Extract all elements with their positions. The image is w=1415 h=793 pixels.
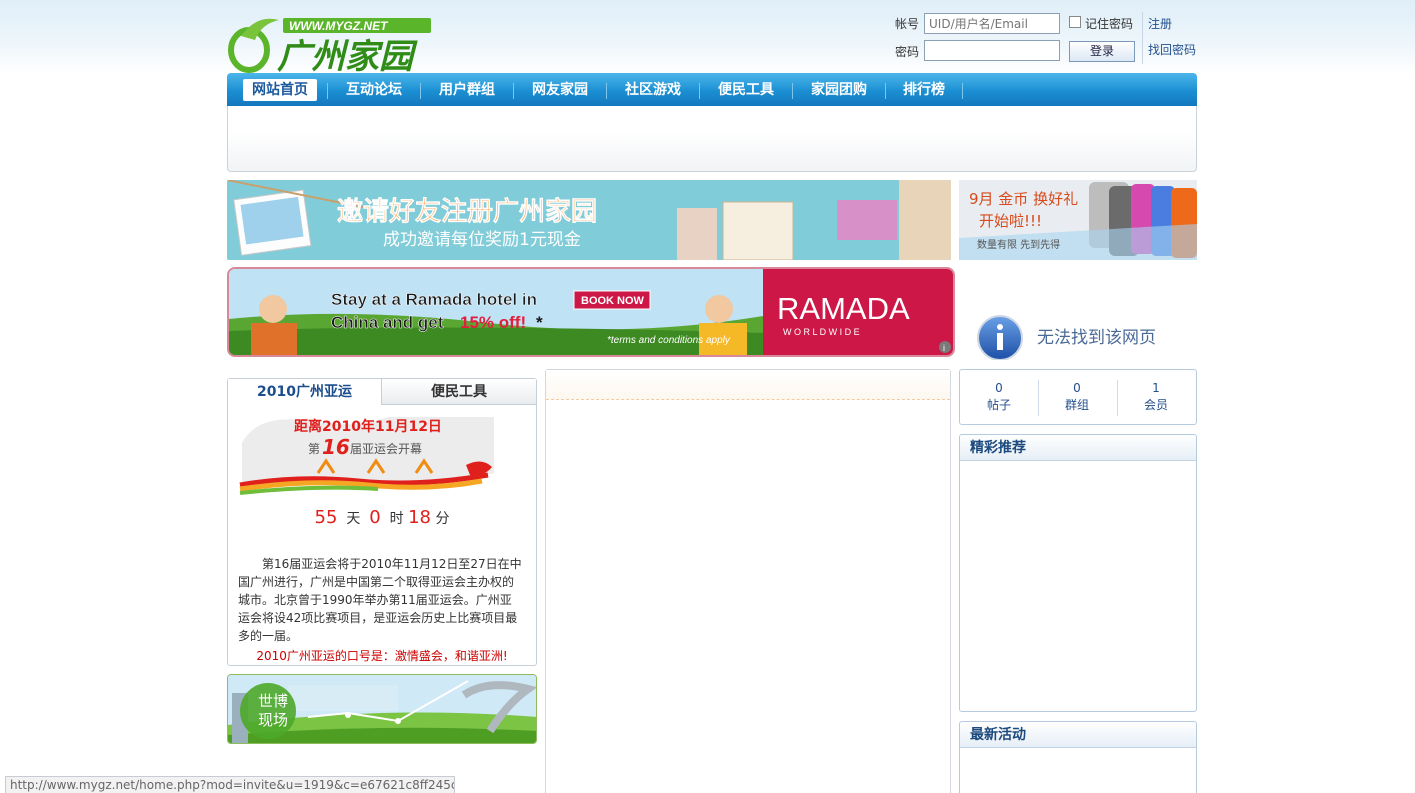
invite-subtitle: 成功邀请每位奖励1元现金: [383, 230, 581, 250]
login-button[interactable]: 登录: [1069, 41, 1135, 62]
logo-graphic: WWW.MYGZ.NET 广州家园: [228, 18, 431, 77]
stat-members-value: 1: [1152, 381, 1160, 395]
main-content-panel: [545, 369, 951, 793]
countdown-days-label: 天: [346, 511, 361, 527]
nav-item-tools[interactable]: 便民工具: [709, 79, 783, 101]
nav-divider: [606, 83, 607, 99]
nav-divider: [792, 83, 793, 99]
stat-groups-label: 群组: [1064, 398, 1089, 412]
countdown-minutes: 18: [408, 507, 431, 528]
gold-title-line2: 开始啦!!!: [979, 212, 1042, 230]
main-nav: 网站首页 互动论坛 用户群组 网友家园 社区游戏 便民工具 家园团购 排行榜: [227, 73, 1197, 106]
gold-subtitle: 数量有限 先到先得: [977, 238, 1060, 251]
password-input[interactable]: [924, 40, 1060, 61]
countdown-days: 55: [314, 507, 338, 528]
remember-checkbox[interactable]: [1069, 16, 1081, 28]
logo-text: 广州家园: [277, 37, 418, 74]
tab-asian-games[interactable]: 2010广州亚运: [228, 379, 382, 405]
nav-divider: [962, 83, 963, 99]
countdown-minutes-label: 分: [435, 511, 450, 527]
gold-title-line1: 9月 金币 换好礼: [969, 190, 1078, 208]
page-not-found-notice: 无法找到该网页: [975, 312, 1195, 361]
countdown-timer: 55 天 0 时 18 分: [228, 507, 536, 528]
browser-status-bar: http://www.mygz.net/home.php?mod=invite&…: [5, 776, 455, 793]
password-label: 密码: [895, 45, 920, 59]
stat-groups-value: 0: [1073, 381, 1081, 395]
nav-item-games[interactable]: 社区游戏: [616, 79, 690, 101]
main-content-header: [546, 370, 950, 400]
invite-banner[interactable]: 邀请好友注册广州家园 成功邀请每位奖励1元现金: [227, 180, 951, 260]
page-not-found-text: 无法找到该网页: [1037, 328, 1156, 348]
nav-item-home-space[interactable]: 网友家园: [523, 79, 597, 101]
stat-members[interactable]: 1 会员: [1117, 380, 1195, 414]
login-form: 帐号 记住密码 注册 密码 登录 找回密码: [895, 12, 1197, 66]
nav-item-groups[interactable]: 用户群组: [430, 79, 504, 101]
expo-banner[interactable]: 世博 现场: [227, 674, 537, 744]
account-label: 帐号: [895, 17, 920, 31]
asian-games-tabs: 2010广州亚运 便民工具: [228, 379, 536, 405]
forgot-password-link[interactable]: 找回密码: [1148, 41, 1196, 58]
ramada-brand: RAMADA: [777, 291, 910, 326]
stat-members-label: 会员: [1143, 398, 1168, 412]
login-divider: [1142, 12, 1143, 64]
recommend-box: 精彩推荐: [959, 434, 1197, 712]
stat-groups[interactable]: 0 群组: [1038, 380, 1116, 414]
nav-item-group-buy[interactable]: 家园团购: [802, 79, 876, 101]
ramada-ad[interactable]: Stay at a Ramada hotel in China and get …: [227, 267, 955, 357]
ramada-brand-sub: W O R L D W I D E: [783, 327, 860, 337]
logo-domain: WWW.MYGZ.NET: [289, 19, 389, 33]
account-input[interactable]: [924, 13, 1060, 34]
countdown-hours: 0: [369, 507, 381, 528]
nav-divider: [699, 83, 700, 99]
sub-nav-panel: [227, 106, 1197, 172]
ramada-asterisk: *: [536, 313, 543, 332]
site-logo[interactable]: WWW.MYGZ.NET 广州家园: [227, 14, 437, 77]
activity-box: 最新活动: [959, 721, 1197, 793]
nav-item-home[interactable]: 网站首页: [243, 79, 317, 101]
register-link[interactable]: 注册: [1148, 15, 1172, 32]
expo-label-1: 世博: [258, 692, 288, 710]
countdown-prefix: 第: [308, 442, 320, 456]
site-stats: 0 帖子 0 群组 1 会员: [959, 369, 1197, 425]
stat-posts-label: 帖子: [986, 398, 1011, 412]
nav-item-ranking[interactable]: 排行榜: [895, 79, 953, 101]
page-container: WWW.MYGZ.NET 广州家园 帐号 记住密码 注册 密码 登录 找回密码 …: [227, 0, 1197, 793]
ramada-headline-line2a: China and get: [331, 313, 444, 332]
countdown-number: 16: [322, 435, 350, 459]
ad-info-icon[interactable]: i: [943, 343, 945, 353]
ramada-book-button[interactable]: BOOK NOW: [581, 295, 645, 307]
asian-games-description: 第16届亚运会将于2010年11月12日至27日在中国广州进行，广州是中国第二个…: [238, 557, 522, 643]
recommend-title: 精彩推荐: [960, 435, 1196, 461]
activity-title: 最新活动: [960, 722, 1196, 748]
countdown-hours-label: 时: [389, 511, 404, 527]
info-icon: [977, 315, 1023, 361]
stat-posts[interactable]: 0 帖子: [960, 380, 1038, 414]
countdown-title: 距离2010年11月12日: [294, 418, 442, 435]
countdown-suffix: 届亚运会开幕: [350, 442, 422, 456]
invite-title: 邀请好友注册广州家园: [337, 196, 597, 227]
nav-divider: [885, 83, 886, 99]
nav-item-forum[interactable]: 互动论坛: [337, 79, 411, 101]
tab-tools[interactable]: 便民工具: [382, 379, 536, 405]
gold-coin-banner[interactable]: 9月 金币 换好礼 开始啦!!! 数量有限 先到先得: [959, 180, 1197, 260]
nav-divider: [513, 83, 514, 99]
stat-posts-value: 0: [995, 381, 1003, 395]
asian-games-slogan: 2010广州亚运的口号是：激情盛会，和谐亚洲!: [256, 649, 508, 663]
ramada-headline-line1: Stay at a Ramada hotel in: [331, 290, 537, 309]
ramada-offer: 15% off!: [460, 313, 526, 332]
asian-games-panel: 2010广州亚运 便民工具 距离2010年11月12日 第 16 届亚运会开幕 …: [227, 378, 537, 666]
ramada-terms: *terms and conditions apply: [607, 335, 731, 346]
nav-divider: [420, 83, 421, 99]
nav-divider: [327, 83, 328, 99]
remember-label[interactable]: 记住密码: [1085, 15, 1133, 32]
asian-games-countdown-graphic: 距离2010年11月12日 第 16 届亚运会开幕: [238, 413, 494, 505]
expo-label-2: 现场: [258, 711, 288, 729]
